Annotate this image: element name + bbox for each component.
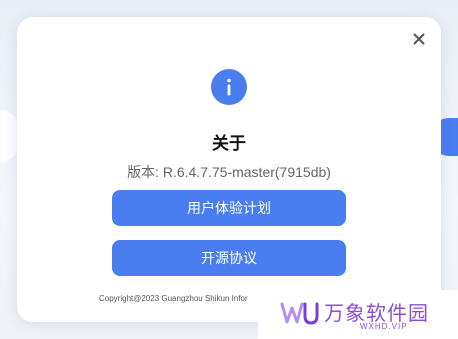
info-icon: [211, 69, 247, 105]
user-experience-plan-button[interactable]: 用户体验计划: [112, 190, 346, 226]
version-text: 版本: R.6.4.7.75-master(7915db): [127, 164, 331, 180]
about-dialog: 关于 版本: R.6.4.7.75-master(7915db) 用户体验计划 …: [17, 17, 441, 322]
open-source-license-button[interactable]: 开源协议: [112, 240, 346, 276]
watermark: 万象软件园 WXHD.VIP: [258, 290, 458, 339]
close-icon[interactable]: [411, 31, 427, 47]
dialog-title: 关于: [212, 134, 246, 153]
copyright-text: Copyright@2023 Guangzhou Shikun Infor: [99, 294, 248, 303]
watermark-site: WXHD.VIP: [360, 322, 408, 331]
watermark-logo-icon: [278, 298, 322, 328]
